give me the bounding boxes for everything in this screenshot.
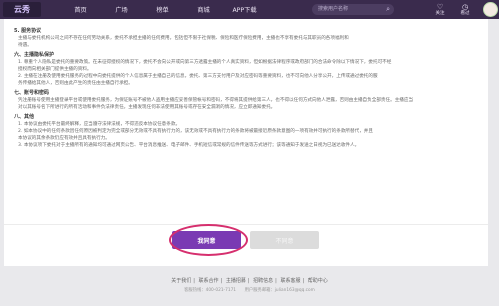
follow-label: 关注 [435, 10, 445, 16]
agreement-paragraph: 务传播给其他人，否则由此产生的责任由主播自行承担。 [18, 81, 133, 86]
nav-item-app-download[interactable]: APP下载 [224, 0, 265, 19]
agreement-paragraph: 2. 如本协议中的任何条款因任何原因被判定为完全或部分无效或不具有执行力的，该无… [18, 129, 373, 134]
agreement-paragraph: 本协议的其余条款仍应有效并且具有执行力。 [18, 136, 110, 141]
disagree-button[interactable]: 不同意 [250, 231, 319, 249]
section-heading: 5. 服务协议 [14, 28, 42, 34]
nav-item-plaza[interactable]: 广场 [101, 0, 142, 19]
section-heading: 六、主播隐私保护 [14, 52, 55, 58]
agreement-paragraph: 2. 主播在注册及使用委托服务的过程中向委托提供的个人信息属于主播自己的信息，委… [18, 74, 378, 79]
footer-contact-info: 客服热线：400-021-7171 用户服务邮箱：julian163@qq.co… [184, 288, 315, 293]
nav-item-mall[interactable]: 商城 [183, 0, 224, 19]
search-input[interactable]: 搜索用户名称 ⌕ [312, 4, 394, 15]
agreement-paragraph: 待遇。 [18, 43, 32, 48]
footer-link-service[interactable]: 联系客服 [280, 278, 300, 284]
agreement-paragraph: 主播与委托机构公司之间不存在任何劳动关系，委托不承担主播的任何费用，包括但不限于… [18, 36, 349, 41]
agreement-paragraph: 凭注册账号使用主播登录平台或使用委托服务，为保证账号不被他人盗用主播应妥善保管帐… [18, 98, 414, 103]
footer-link-recruit[interactable]: 主播招募 [226, 278, 246, 284]
search-icon[interactable]: ⌕ [386, 5, 390, 14]
agreement-text: 5. 服务协议 主播与委托机构公司之间不存在任何劳动关系，委托不承担主播的任何费… [14, 25, 476, 149]
nav-item-ranking[interactable]: 榜单 [142, 0, 183, 19]
avatar[interactable] [483, 2, 498, 17]
top-nav-bar: 云秀 首页 广场 榜单 商城 APP下载 搜索用户名称 ⌕ ♡ 关注 ◷ 看过 [0, 0, 499, 19]
section-heading: 七、账号和密码 [14, 90, 50, 96]
agreement-paragraph: 对以其账号名下所进行的所有活动和事件负法律责任。主播发现任何非法使用其账号或存在… [18, 105, 276, 110]
section-heading: 八、其他 [14, 114, 35, 120]
footer-links: 关于我们 | 联系合作 | 主播招募 | 招聘信息 | 联系客服 | 帮助中心 [171, 278, 328, 284]
history-button[interactable]: ◷ 看过 [454, 1, 476, 18]
footer-link-about[interactable]: 关于我们 [171, 278, 191, 284]
history-label: 看过 [460, 10, 470, 16]
agreement-paragraph: 授权而向相关部门提供主播的资料。 [18, 67, 92, 72]
agreement-paragraph: 3. 本协议项下委托对于主播所有的通知均可通过网页公告、平台消息推送、电子邮件、… [18, 143, 360, 148]
footer-link-contact[interactable]: 联系合作 [199, 278, 219, 284]
agreement-paragraph: 1. 本协议由委托平台最终解释，应当遵守法律法规，不得违反本协议任意条款。 [18, 122, 181, 127]
search-placeholder: 搜索用户名称 [318, 6, 349, 12]
follow-button[interactable]: ♡ 关注 [429, 1, 451, 18]
agreement-paragraph: 1. 尊重个人隐私是委托的重要政策。在未征得授权的情况下，委托不会向公开或向第三… [18, 60, 392, 65]
highlight-circle [169, 224, 248, 256]
footer-link-jobs[interactable]: 招聘信息 [253, 278, 273, 284]
main-nav: 首页 广场 榜单 商城 APP下载 [60, 0, 265, 19]
divider [4, 224, 488, 225]
site-logo[interactable]: 云秀 [3, 2, 41, 17]
clock-icon: ◷ [461, 2, 469, 11]
footer-link-help[interactable]: 帮助中心 [308, 278, 328, 284]
nav-item-home[interactable]: 首页 [60, 0, 101, 19]
agreement-page: 5. 服务协议 主播与委托机构公司之间不存在任何劳动关系，委托不承担主播的任何费… [4, 19, 488, 266]
heart-icon: ♡ [436, 2, 444, 11]
